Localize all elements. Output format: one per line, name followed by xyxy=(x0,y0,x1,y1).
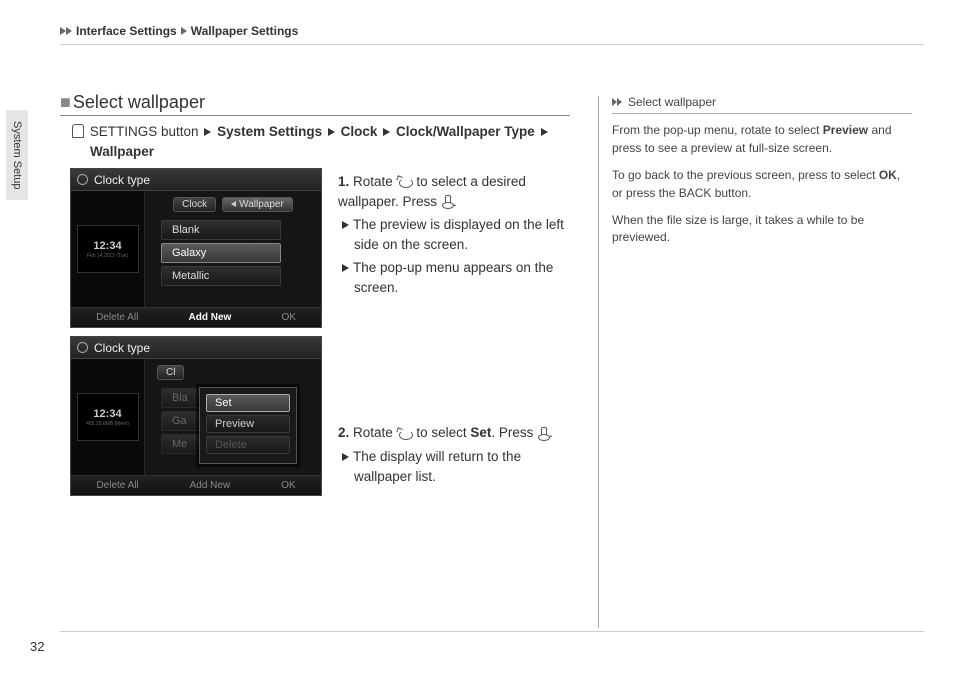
step-number: 1. xyxy=(338,174,349,189)
side-note-paragraph: From the pop-up menu, rotate to select P… xyxy=(612,122,912,157)
note-bold: OK xyxy=(879,168,897,182)
step-sub-text: The preview is displayed on the left sid… xyxy=(353,217,564,252)
tab-row: Clock Wallpaper xyxy=(145,197,321,212)
tab-clock[interactable]: Clock xyxy=(173,197,216,212)
triangle-icon xyxy=(342,453,349,461)
nav-path-step: Clock/Wallpaper Type xyxy=(396,124,535,139)
arrow-left-icon xyxy=(231,201,236,207)
side-notes-heading: Select wallpaper xyxy=(612,94,912,114)
settings-button-icon xyxy=(72,124,84,138)
preview-clock-date: 465.25.0MB (Mem) xyxy=(86,421,129,427)
rotate-dial-icon xyxy=(397,428,413,440)
option-blank[interactable]: Blank xyxy=(161,220,281,240)
footer-delete-all: Delete All xyxy=(96,480,138,491)
screen-title: Clock type xyxy=(94,173,150,187)
preview-clock-time: 12:34 xyxy=(93,408,121,420)
double-chevron-icon xyxy=(612,98,624,108)
side-notes-column: Select wallpaper From the pop-up menu, r… xyxy=(612,94,912,257)
step-text: Rotate xyxy=(353,425,397,440)
option-metallic[interactable]: Metallic xyxy=(161,266,281,286)
step-2: 2. Rotate to select Set. Press . The dis… xyxy=(338,423,570,486)
preview-pane: 12:34 465.25.0MB (Mem) xyxy=(71,359,145,475)
screen-title: Clock type xyxy=(94,341,150,355)
footer-ok: OK xyxy=(281,480,295,491)
triangle-icon xyxy=(328,128,335,136)
step-text: . Press xyxy=(491,425,537,440)
screenshot-popup-menu: Clock type 12:34 465.25.0MB (Mem) Cl Bla… xyxy=(70,336,322,496)
divider xyxy=(60,44,924,45)
note-bold: Preview xyxy=(823,123,868,137)
wallpaper-preview: 12:34 465.25.0MB (Mem) xyxy=(77,393,139,441)
popup-option-set[interactable]: Set xyxy=(206,394,290,412)
preview-clock-date: Feb 14,2012 (Tue) xyxy=(87,253,128,259)
side-note-paragraph: To go back to the previous screen, press… xyxy=(612,167,912,202)
wallpaper-option-list: Blank Galaxy Metallic xyxy=(145,220,321,286)
note-text: From the pop-up menu, rotate to select xyxy=(612,123,823,137)
screen-footer: Delete All Add New OK xyxy=(71,475,321,495)
gear-icon xyxy=(77,342,88,353)
nav-path-text: SETTINGS button xyxy=(90,124,199,139)
square-bullet-icon: ■ xyxy=(60,92,71,113)
nav-path-step: System Settings xyxy=(217,124,322,139)
footer-delete-all[interactable]: Delete All xyxy=(96,312,138,323)
popup-option-delete: Delete xyxy=(206,436,290,454)
side-note-paragraph: When the file size is large, it takes a … xyxy=(612,212,912,247)
screen-titlebar: Clock type xyxy=(71,337,321,359)
nav-path-step: Wallpaper xyxy=(90,144,154,159)
breadcrumb-item: Wallpaper Settings xyxy=(191,24,299,38)
screen-titlebar: Clock type xyxy=(71,169,321,191)
triangle-icon xyxy=(66,27,72,35)
preview-clock-time: 12:34 xyxy=(93,240,121,252)
section-title: Select wallpaper xyxy=(73,92,205,113)
tab-clock-partial[interactable]: Cl xyxy=(157,365,184,380)
gear-icon xyxy=(77,174,88,185)
step-sub-text: The pop-up menu appears on the screen. xyxy=(353,260,553,295)
section-heading: ■ Select wallpaper xyxy=(60,92,570,116)
breadcrumb-item: Interface Settings xyxy=(76,24,177,38)
tab-wallpaper[interactable]: Wallpaper xyxy=(222,197,293,212)
tab-label: Wallpaper xyxy=(239,199,284,210)
step-bold: Set xyxy=(470,425,491,440)
instruction-steps: 1. Rotate to select a desired wallpaper.… xyxy=(338,172,570,518)
footer-add-new[interactable]: Add New xyxy=(189,312,232,323)
triangle-icon xyxy=(342,221,349,229)
step-number: 2. xyxy=(338,425,349,440)
popup-option-preview[interactable]: Preview xyxy=(206,415,290,433)
popup-menu: Set Preview Delete xyxy=(199,387,297,464)
divider xyxy=(60,631,924,632)
triangle-icon xyxy=(181,27,187,35)
step-sub: The pop-up menu appears on the screen. xyxy=(338,258,570,297)
wallpaper-preview: 12:34 Feb 14,2012 (Tue) xyxy=(77,225,139,273)
breadcrumb: Interface Settings Wallpaper Settings xyxy=(60,24,298,38)
press-knob-icon xyxy=(441,195,453,209)
triangle-icon xyxy=(383,128,390,136)
side-notes-title: Select wallpaper xyxy=(628,94,716,111)
side-tab-system-setup: System Setup xyxy=(6,110,28,200)
triangle-icon xyxy=(342,264,349,272)
note-text: To go back to the previous screen, press… xyxy=(612,168,879,182)
screen-footer: Delete All Add New OK xyxy=(71,307,321,327)
press-knob-icon xyxy=(537,427,549,441)
triangle-icon xyxy=(541,128,548,136)
option-galaxy[interactable]: Galaxy xyxy=(161,243,281,263)
footer-ok[interactable]: OK xyxy=(281,312,295,323)
tab-row: Cl xyxy=(145,365,321,380)
step-text: to select xyxy=(413,425,471,440)
step-sub: The display will return to the wallpaper… xyxy=(338,447,570,486)
step-sub-text: The display will return to the wallpaper… xyxy=(353,449,521,484)
preview-pane: 12:34 Feb 14,2012 (Tue) xyxy=(71,191,145,307)
step-1: 1. Rotate to select a desired wallpaper.… xyxy=(338,172,570,297)
footer-add-new: Add New xyxy=(190,480,231,491)
screenshot-wallpaper-list: Clock type 12:34 Feb 14,2012 (Tue) Clock… xyxy=(70,168,322,328)
nav-path: SETTINGS button System Settings Clock Cl… xyxy=(72,122,570,163)
step-text: Rotate xyxy=(353,174,397,189)
nav-path-step: Clock xyxy=(341,124,378,139)
step-sub: The preview is displayed on the left sid… xyxy=(338,215,570,254)
rotate-dial-icon xyxy=(397,176,413,188)
vertical-divider xyxy=(598,96,599,628)
page-number: 32 xyxy=(30,639,44,654)
triangle-icon xyxy=(204,128,211,136)
